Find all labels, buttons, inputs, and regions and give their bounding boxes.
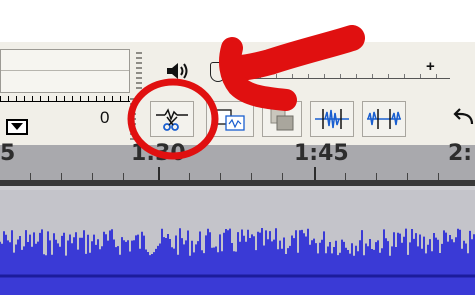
timeline-label: 1:45	[294, 141, 349, 166]
meter-ruler-base	[0, 101, 130, 102]
timeline-ruler[interactable]: 5 1:30 1:45 2:	[0, 141, 475, 180]
split-new-button[interactable]	[206, 101, 254, 137]
scissors-split-icon	[156, 108, 188, 131]
timeline-label: 2:	[448, 141, 473, 166]
waveform-graphic	[0, 228, 475, 295]
split-button[interactable]	[150, 101, 194, 137]
audio-track-waveform[interactable]	[0, 190, 475, 295]
window-top	[0, 0, 475, 42]
timeline-label: 1:30	[131, 141, 186, 166]
dropdown-icon[interactable]	[6, 119, 28, 135]
silence-audio-icon	[315, 109, 349, 129]
meter-divider	[1, 70, 129, 71]
toolbar-grip-edit[interactable]	[130, 98, 136, 140]
copy-icon	[270, 108, 294, 131]
split-new-icon	[214, 109, 245, 131]
timeline-major-tick	[314, 167, 316, 180]
undo-icon[interactable]	[450, 106, 475, 132]
timeline-major-tick	[158, 167, 160, 180]
speaker-icon	[165, 60, 191, 82]
meter-box[interactable]	[0, 49, 130, 93]
volume-slider[interactable]: +	[210, 58, 455, 82]
toolbar-grip-top[interactable]	[136, 52, 142, 92]
meter-zero-label: 0	[100, 108, 110, 127]
trim-button[interactable]	[362, 101, 406, 137]
trim-audio-icon	[367, 109, 401, 129]
silence-button[interactable]	[310, 101, 354, 137]
volume-thumb[interactable]	[210, 62, 226, 82]
volume-plus-label: +	[426, 58, 435, 75]
copy-button[interactable]	[262, 101, 302, 137]
timeline-label: 5	[0, 141, 16, 166]
volume-track	[228, 78, 450, 79]
